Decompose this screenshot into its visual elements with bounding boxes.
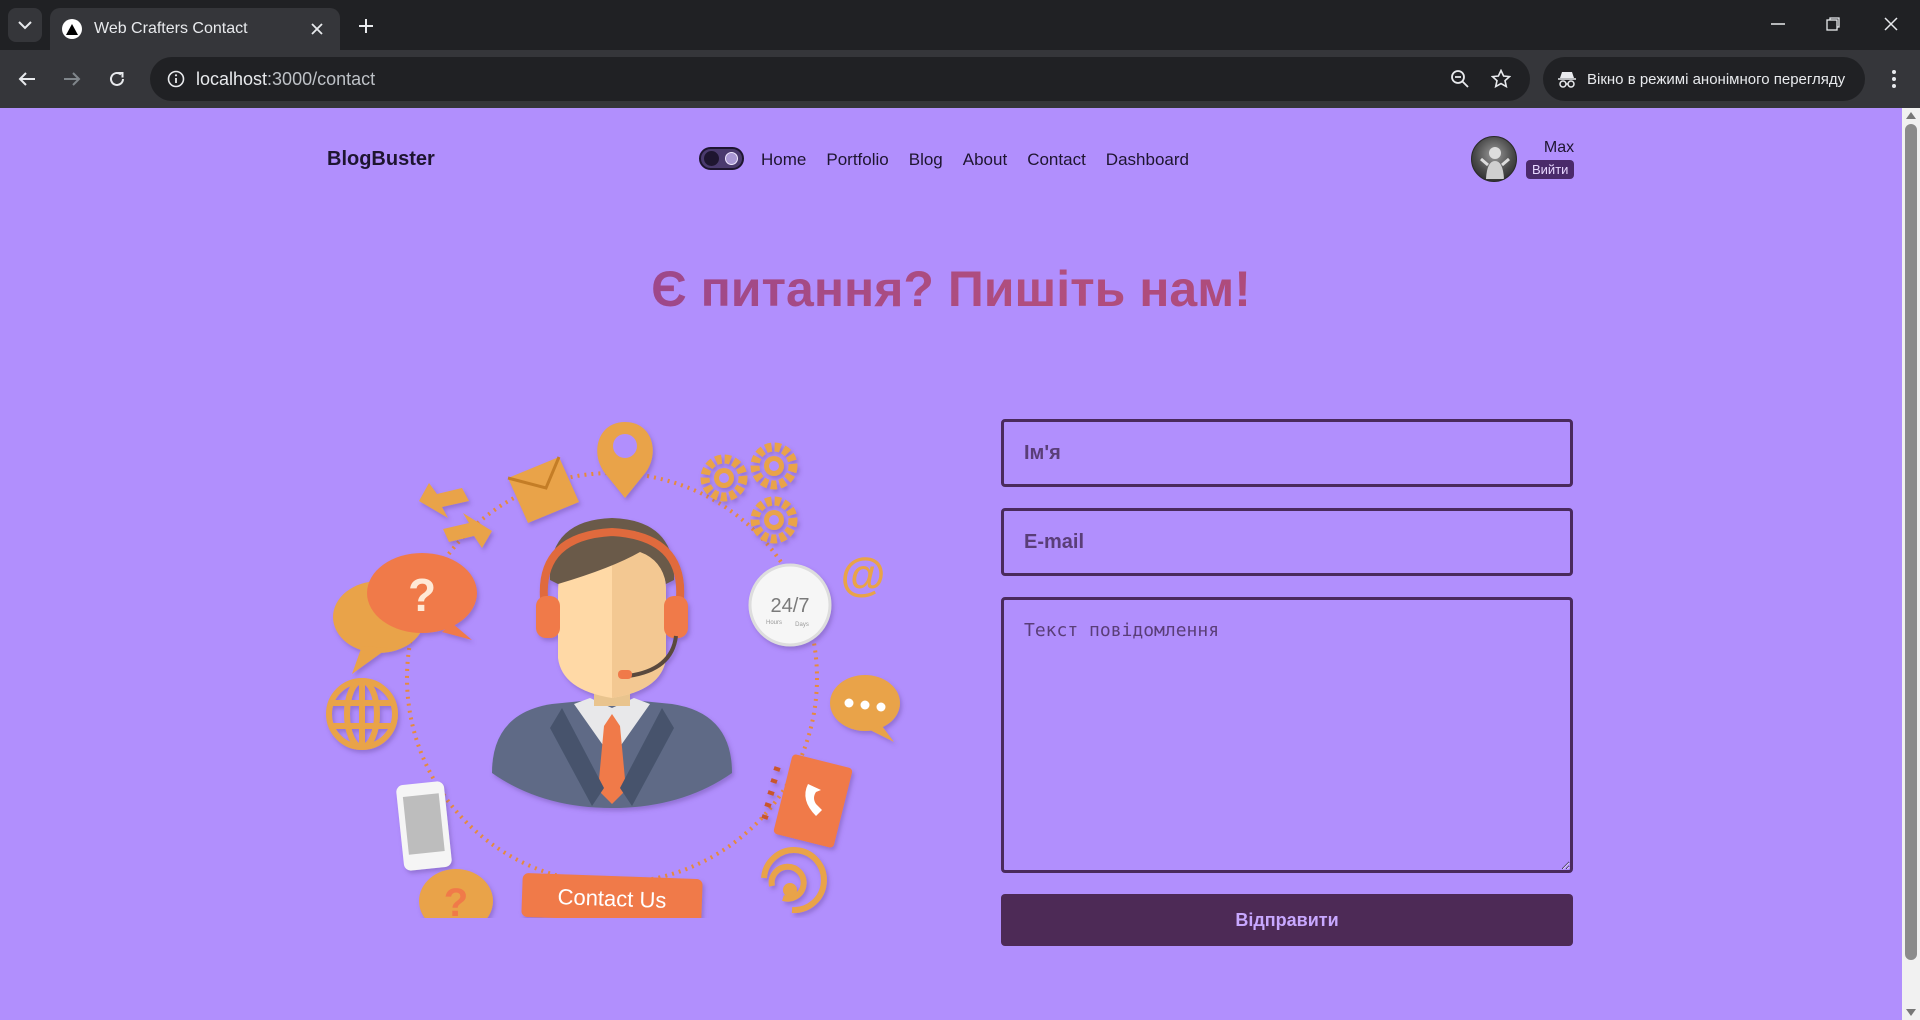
page-scrollbar[interactable] — [1902, 108, 1920, 1020]
gears-icon — [700, 442, 798, 544]
site-header: BlogBuster Home Portfolio Blog About Con… — [327, 130, 1575, 190]
forward-button[interactable] — [54, 61, 90, 97]
arrow-left-icon — [18, 72, 35, 86]
chat-dots-icon — [830, 675, 900, 742]
reload-button[interactable] — [99, 61, 135, 97]
browser-tab[interactable]: Web Crafters Contact — [50, 8, 340, 50]
zoom-icon[interactable] — [1448, 67, 1472, 91]
incognito-icon — [1558, 72, 1576, 88]
bookmark-star-icon[interactable] — [1489, 67, 1513, 91]
incognito-indicator[interactable]: Вікно в режимі анонімного перегляду — [1543, 57, 1865, 101]
close-window-button[interactable] — [1866, 6, 1916, 42]
plus-icon — [359, 19, 373, 33]
clock-24-7-icon: 24/7 Hours Days — [748, 563, 832, 647]
globe-icon — [326, 678, 398, 750]
page-title: Є питання? Пишіть нам! — [0, 260, 1902, 318]
page-viewport: BlogBuster Home Portfolio Blog About Con… — [0, 108, 1920, 1020]
browser-tabstrip: Web Crafters Contact — [0, 0, 1920, 50]
svg-text:?: ? — [444, 881, 468, 918]
svg-text:Contact Us: Contact Us — [557, 884, 667, 913]
tab-search-button[interactable] — [8, 8, 42, 42]
theme-toggle[interactable] — [699, 147, 744, 170]
envelope-icon — [507, 456, 579, 523]
nav-dashboard[interactable]: Dashboard — [1106, 150, 1189, 170]
svg-text:?: ? — [408, 569, 436, 621]
address-book-icon — [761, 754, 853, 848]
user-name: Max — [1543, 139, 1575, 156]
site-info-icon[interactable] — [162, 65, 190, 93]
scroll-thumb[interactable] — [1905, 124, 1917, 960]
question-bubble-icon: ? — [333, 553, 477, 674]
close-icon — [1884, 17, 1898, 31]
nav-portfolio[interactable]: Portfolio — [826, 150, 888, 170]
minimize-icon — [1771, 23, 1785, 25]
contact-form: Відправити — [1001, 419, 1573, 946]
arrow-right-icon — [64, 72, 81, 86]
phone-call-icon — [761, 847, 827, 914]
new-tab-button[interactable] — [352, 12, 380, 40]
sun-icon — [725, 152, 738, 165]
svg-text:24/7: 24/7 — [771, 595, 810, 617]
restore-icon — [1826, 17, 1840, 31]
submit-button[interactable]: Відправити — [1001, 894, 1573, 946]
close-tab-icon[interactable] — [306, 18, 328, 40]
chevron-down-icon — [18, 21, 32, 30]
smartphone-icon — [396, 781, 452, 871]
scroll-down-arrow-icon[interactable] — [1906, 1009, 1916, 1016]
site-logo[interactable]: BlogBuster — [327, 148, 435, 171]
contact-illustration: @ ? ? 24/7 Hours Days Contact Us — [326, 422, 900, 918]
svg-text:Days: Days — [795, 622, 809, 628]
nav-home[interactable]: Home — [761, 150, 806, 170]
user-avatar[interactable] — [1471, 136, 1517, 182]
tab-title: Web Crafters Contact — [94, 20, 248, 37]
address-bar[interactable]: localhost:3000/contact — [150, 57, 1530, 101]
browser-menu-button[interactable] — [1876, 61, 1912, 97]
minimize-button[interactable] — [1753, 6, 1803, 42]
svg-text:Hours: Hours — [766, 620, 782, 626]
more-vertical-icon — [1892, 70, 1896, 88]
at-sign-icon: @ — [841, 548, 886, 600]
vercel-triangle-icon — [62, 19, 82, 39]
toggle-knob — [704, 151, 719, 166]
arrows-icon — [419, 483, 492, 548]
logout-button[interactable]: Вийти — [1526, 160, 1575, 179]
message-field[interactable] — [1001, 597, 1573, 873]
nav-about[interactable]: About — [963, 150, 1007, 170]
restore-button[interactable] — [1808, 6, 1858, 42]
email-field[interactable] — [1001, 508, 1573, 576]
scroll-up-arrow-icon[interactable] — [1906, 112, 1916, 119]
browser-toolbar: localhost:3000/contact Вікно в режимі ан… — [0, 50, 1920, 108]
nav-contact[interactable]: Contact — [1027, 150, 1086, 170]
location-pin-icon — [597, 422, 653, 498]
incognito-label: Вікно в режимі анонімного перегляду — [1587, 70, 1846, 88]
url-text[interactable]: localhost:3000/contact — [196, 69, 375, 90]
nav-blog[interactable]: Blog — [909, 150, 943, 170]
name-field[interactable] — [1001, 419, 1573, 487]
back-button[interactable] — [9, 61, 45, 97]
contact-us-badge: Contact Us — [521, 873, 703, 918]
question-bubble-small-icon: ? — [419, 869, 493, 918]
reload-icon — [110, 71, 124, 86]
support-agent-figure — [492, 518, 732, 808]
main-nav: Home Portfolio Blog About Contact Dashbo… — [761, 150, 1189, 170]
